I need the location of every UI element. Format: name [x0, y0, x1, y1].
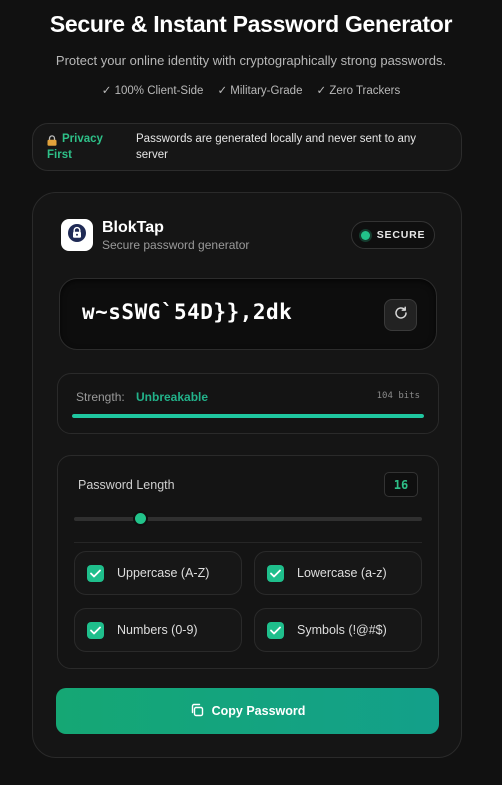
copy-password-label: Copy Password	[211, 704, 306, 718]
strength-bits: 104 bits	[376, 391, 420, 401]
privacy-tag-line2: First	[47, 149, 72, 161]
length-slider[interactable]	[74, 511, 422, 526]
option-symbols[interactable]: Symbols (!@#$)	[254, 608, 422, 652]
feature-list: ✓ 100% Client-Side ✓ Military-Grade ✓ Ze…	[0, 83, 502, 97]
brand-name: BlokTap	[102, 219, 164, 236]
copy-password-button[interactable]: Copy Password	[56, 688, 439, 734]
symbols-checkbox[interactable]	[267, 621, 284, 639]
status-dot	[360, 230, 370, 240]
numbers-checkbox[interactable]	[87, 621, 104, 639]
privacy-banner: Privacy First Passwords are generated lo…	[32, 123, 462, 171]
lowercase-label: Lowercase (a-z)	[297, 566, 387, 580]
check-icon	[270, 626, 281, 634]
privacy-tag: Privacy First	[47, 131, 136, 163]
status-label: SECURE	[376, 229, 426, 241]
options-panel: Password Length 16 Uppercase (A-Z) Lower…	[57, 455, 439, 669]
password-display: w~sSWG`54D}},2dk	[59, 278, 437, 350]
length-label: Password Length	[78, 478, 175, 492]
generator-card: BlokTap Secure password generator SECURE…	[32, 192, 462, 758]
page-subtitle: Protect your online identity with crypto…	[55, 53, 447, 68]
strength-meter	[72, 414, 424, 418]
uppercase-label: Uppercase (A-Z)	[117, 566, 210, 580]
privacy-tag-line1: Privacy	[62, 133, 103, 145]
length-value: 16	[384, 472, 418, 497]
strength-label: Strength:	[76, 390, 125, 404]
page-title: Secure & Instant Password Generator	[49, 11, 453, 37]
padlock-icon	[67, 223, 87, 248]
uppercase-checkbox[interactable]	[87, 564, 104, 582]
regenerate-button[interactable]	[384, 299, 417, 331]
length-slider-thumb[interactable]	[133, 511, 149, 526]
feature-zero-trackers: ✓ Zero Trackers	[316, 85, 401, 97]
privacy-text: Passwords are generated locally and neve…	[136, 133, 416, 161]
feature-client-side: ✓ 100% Client-Side	[101, 85, 204, 97]
numbers-label: Numbers (0-9)	[117, 623, 198, 637]
brand-logo	[61, 219, 93, 251]
option-numbers[interactable]: Numbers (0-9)	[74, 608, 242, 652]
strength-value: Unbreakable	[136, 390, 209, 404]
symbols-label: Symbols (!@#$)	[297, 623, 387, 637]
strength-meter-fill	[72, 414, 424, 418]
check-icon	[90, 626, 101, 634]
option-uppercase[interactable]: Uppercase (A-Z)	[74, 551, 242, 595]
divider	[74, 542, 422, 543]
status-badge: SECURE	[351, 221, 435, 249]
strength-panel: Strength: Unbreakable 104 bits	[57, 373, 439, 434]
brand-tagline: Secure password generator	[102, 238, 250, 252]
lowercase-checkbox[interactable]	[267, 564, 284, 582]
password-output[interactable]: w~sSWG`54D}},2dk	[82, 300, 292, 324]
check-icon	[270, 569, 281, 577]
lock-icon	[47, 134, 57, 146]
option-lowercase[interactable]: Lowercase (a-z)	[254, 551, 422, 595]
page: Secure & Instant Password Generator Prot…	[0, 0, 502, 785]
feature-military-grade: ✓ Military-Grade	[217, 85, 303, 97]
refresh-icon	[393, 305, 409, 326]
check-icon	[90, 569, 101, 577]
copy-icon	[190, 703, 204, 720]
